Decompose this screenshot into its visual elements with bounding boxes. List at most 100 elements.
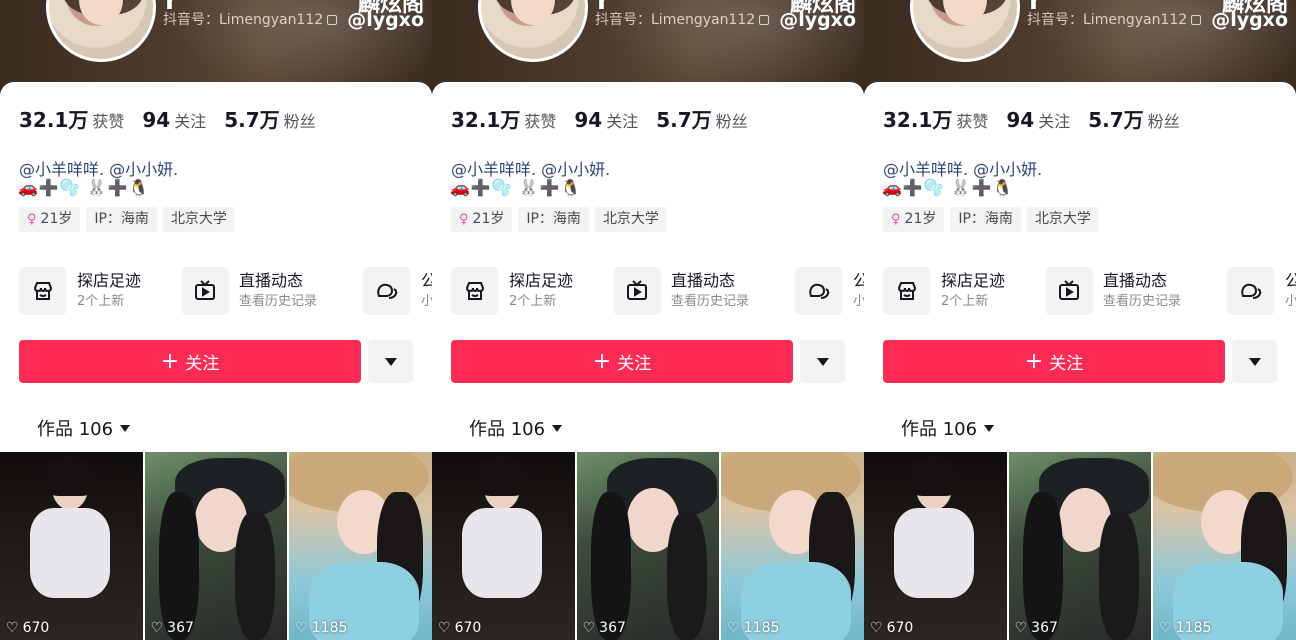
feature-group-chat[interactable]: 公小 [363,266,432,316]
feature-sub: 2个上新 [941,294,989,309]
tag-school[interactable]: 北京大学 [594,207,667,232]
video-thumbnail[interactable]: ♡ 670 [864,452,1007,640]
tag-school[interactable]: 北京大学 [162,207,235,232]
feature-title: 探店足迹 [941,271,1006,290]
heart-icon: ♡ [582,620,596,636]
video-grid: ♡ 670 ♡ 367 ♡ 1185 [432,452,864,640]
profile-panel-2: r 抖音号：Limengyan112 麟炫阁 @lygxo 32.1万 获赞 94… [432,0,864,640]
tag-label: 北京大学 [602,211,659,227]
follow-label: 关注 [185,354,220,374]
copy-icon[interactable] [1191,15,1202,25]
feature-live-history[interactable]: 直播动态 查看历史记录 [1045,266,1181,316]
stat-following[interactable]: 94 关注 [574,108,638,132]
heart-icon: ♡ [295,620,308,636]
feature-group-chat[interactable]: 公小 [1227,266,1296,316]
live-tv-icon [613,267,661,315]
screenshot-panels: r 抖音号：Limengyan112 麟炫阁 @lygxo 32.1万 获赞 94… [0,0,1296,640]
video-thumbnail[interactable]: ♡ 1185 [289,452,432,640]
douyin-id[interactable]: 抖音号：Limengyan112 [163,9,338,29]
tab-works-label: 作品 106 [37,419,114,440]
tag-label: IP：海南 [94,211,149,227]
feature-title: 直播动态 [239,271,304,290]
copy-icon[interactable] [759,15,770,25]
feature-title: 探店足迹 [77,271,142,290]
video-likes: ♡ 367 [583,620,626,636]
tag-age: ♀ 21岁 [19,207,81,232]
stat-followers[interactable]: 5.7万 粉丝 [224,104,315,133]
profile-card: 32.1万 获赞 94 关注 5.7万 粉丝 @小羊咩咩. @小小妍. 🚗➕🫧 🐰➕🐧… [864,82,1296,640]
bio-mentions[interactable]: @小羊咩咩. @小小妍. [883,156,1042,180]
likes-count: 367 [1031,620,1058,636]
stat-following[interactable]: 94 关注 [142,108,206,132]
video-thumbnail[interactable]: ♡ 670 [432,452,575,640]
feature-sub: 2个上新 [509,294,557,309]
likes-count: 670 [454,620,482,636]
plus-icon: + [160,348,180,374]
video-thumbnail[interactable]: ♡ 367 [144,452,288,640]
follow-button[interactable]: + 关注 [451,340,793,383]
video-likes: ♡ 367 [151,620,194,636]
follow-button[interactable]: + 关注 [19,340,361,383]
video-thumbnail[interactable]: ♡ 367 [1008,452,1152,640]
stat-value: 94 [574,108,603,132]
stat-likes[interactable]: 32.1万 获赞 [883,104,988,133]
tab-works[interactable]: 作品 106 [37,415,131,441]
tab-works-label: 作品 106 [469,419,546,440]
heart-icon: ♡ [150,620,164,636]
profile-panel-3: r 抖音号：Limengyan112 麟炫阁 @lygxo 32.1万 获赞 94… [864,0,1296,640]
tag-ip: IP：海南 [86,207,157,232]
bio-emoji-line: 🚗➕🫧 🐰➕🐧 [18,178,150,197]
tag-label: 21岁 [472,211,505,227]
stat-value: 32.1万 [883,108,953,132]
stat-likes[interactable]: 32.1万 获赞 [19,104,124,133]
caret-down-icon [984,424,995,432]
tab-works[interactable]: 作品 106 [901,415,995,441]
caret-down-icon [120,424,131,432]
tag-school[interactable]: 北京大学 [1026,207,1099,232]
feature-row: 探店足迹 2个上新 直播动态 查看历史记录 公小 [883,266,1296,318]
feature-title: 公 [853,271,864,290]
stat-followers[interactable]: 5.7万 粉丝 [656,104,747,133]
feature-sub: 小 [853,294,864,309]
stat-followers[interactable]: 5.7万 粉丝 [1088,104,1179,133]
stat-value: 5.7万 [1088,108,1144,132]
bio-mentions[interactable]: @小羊咩咩. @小小妍. [19,156,178,180]
profile-panel-1: r 抖音号：Limengyan112 麟炫阁 @lygxo 32.1万 获赞 94… [0,0,432,640]
douyin-id[interactable]: 抖音号：Limengyan112 [595,9,770,29]
video-likes: ♡ 1185 [1159,620,1211,636]
tab-works[interactable]: 作品 106 [469,415,563,441]
feature-store-visits[interactable]: 探店足迹 2个上新 [19,266,141,316]
video-thumbnail[interactable]: ♡ 367 [576,452,720,640]
stat-likes[interactable]: 32.1万 获赞 [451,104,556,133]
bio-mentions[interactable]: @小羊咩咩. @小小妍. [451,156,610,180]
plus-icon: + [592,348,612,374]
more-options-button[interactable] [800,340,845,383]
feature-row: 探店足迹 2个上新 直播动态 查看历史记录 公小 [451,266,864,318]
store-icon [451,267,499,315]
heart-icon: ♡ [6,620,19,636]
plus-icon: + [1024,348,1044,374]
video-thumbnail[interactable]: ♡ 1185 [721,452,864,640]
caret-down-icon [816,357,829,366]
feature-store-visits[interactable]: 探店足迹 2个上新 [883,266,1005,316]
store-icon [883,267,931,315]
feature-sub: 小 [421,294,432,309]
feature-store-visits[interactable]: 探店足迹 2个上新 [451,266,573,316]
more-options-button[interactable] [1232,340,1277,383]
copy-icon[interactable] [327,15,338,25]
likes-count: 670 [22,620,50,636]
video-grid: ♡ 670 ♡ 367 ♡ 1185 [864,452,1296,640]
video-thumbnail[interactable]: ♡ 1185 [1153,452,1296,640]
more-options-button[interactable] [368,340,413,383]
stat-value: 5.7万 [656,108,712,132]
tag-label: 北京大学 [170,211,227,227]
douyin-id[interactable]: 抖音号：Limengyan112 [1027,9,1202,29]
tag-label: 北京大学 [1034,211,1091,227]
feature-live-history[interactable]: 直播动态 查看历史记录 [613,266,749,316]
stat-label: 获赞 [524,112,557,131]
feature-group-chat[interactable]: 公小 [795,266,864,316]
feature-live-history[interactable]: 直播动态 查看历史记录 [181,266,317,316]
video-thumbnail[interactable]: ♡ 670 [0,452,143,640]
stat-following[interactable]: 94 关注 [1006,108,1070,132]
follow-button[interactable]: + 关注 [883,340,1225,383]
